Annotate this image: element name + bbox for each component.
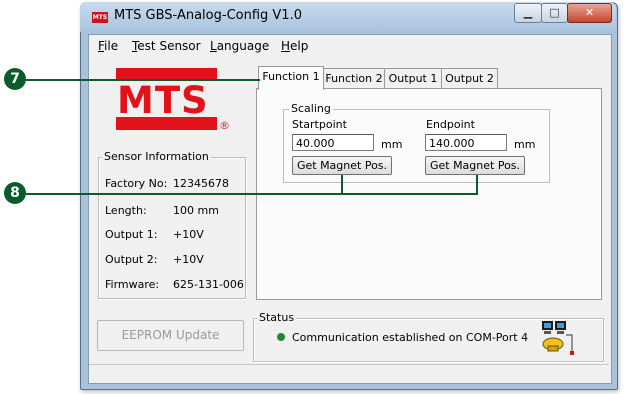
close-button[interactable]: ✕: [567, 3, 612, 23]
sensor-info-title: Sensor Information: [102, 150, 211, 163]
output1-value: +10V: [173, 228, 204, 241]
menu-test-sensor[interactable]: Test Sensor: [132, 39, 201, 53]
tab-function-2[interactable]: Function 2: [323, 68, 385, 89]
scaling-title: Scaling: [289, 102, 333, 115]
length-value: 100 mm: [173, 204, 219, 217]
menu-bar: File Test Sensor Language Help: [89, 36, 609, 56]
minimize-button[interactable]: ▁: [514, 3, 542, 23]
firmware-label: Firmware:: [105, 278, 160, 291]
menu-file[interactable]: File: [98, 39, 118, 53]
callout-8: 8: [4, 182, 26, 204]
output1-label: Output 1:: [105, 228, 158, 241]
get-magnet-pos-start-button[interactable]: Get Magnet Pos.: [292, 156, 392, 175]
callout-8-leader-end: [476, 175, 478, 194]
output2-value: +10V: [173, 253, 204, 266]
tab-output-2[interactable]: Output 2: [441, 68, 498, 89]
output2-label: Output 2:: [105, 253, 158, 266]
tab-output-1[interactable]: Output 1: [384, 68, 442, 89]
endpoint-label: Endpoint: [426, 118, 475, 131]
startpoint-label: Startpoint: [292, 118, 347, 131]
firmware-value: 625-131-006: [173, 278, 244, 291]
factory-no-label: Factory No:: [105, 177, 168, 190]
factory-no-value: 12345678: [173, 177, 229, 190]
menu-help[interactable]: Help: [281, 39, 308, 53]
mts-app-icon[interactable]: MTS: [92, 12, 108, 23]
status-message: Communication established on COM-Port 4: [292, 331, 529, 344]
callout-7-line: [26, 79, 260, 81]
tab-function-1[interactable]: Function 1: [258, 66, 324, 90]
endpoint-input[interactable]: 140.000: [425, 134, 507, 151]
callout-8-leader-start: [341, 175, 343, 194]
startpoint-unit: mm: [381, 138, 403, 151]
minimize-icon: ▁: [523, 6, 533, 19]
status-title: Status: [257, 311, 297, 324]
close-icon: ✕: [584, 6, 595, 19]
startpoint-input[interactable]: 40.000: [292, 134, 374, 151]
length-label: Length:: [105, 204, 147, 217]
callout-7: 7: [4, 68, 26, 90]
eeprom-update-button[interactable]: EEPROM Update: [97, 320, 244, 351]
status-indicator-icon: [277, 333, 285, 341]
maximize-button[interactable]: □: [541, 3, 568, 23]
endpoint-unit: mm: [514, 138, 536, 151]
maximize-icon: □: [549, 6, 560, 19]
network-computers-icon: [540, 320, 576, 356]
logo-bar-bottom: [116, 117, 217, 130]
window-title: MTS GBS-Analog-Config V1.0: [114, 8, 302, 23]
get-magnet-pos-end-button[interactable]: Get Magnet Pos.: [425, 156, 525, 175]
callout-8-line: [26, 193, 478, 195]
registered-mark: ®: [219, 119, 230, 132]
mts-logo: MTS: [117, 79, 209, 122]
window-status-bar: [89, 364, 609, 383]
menu-language[interactable]: Language: [210, 39, 269, 53]
